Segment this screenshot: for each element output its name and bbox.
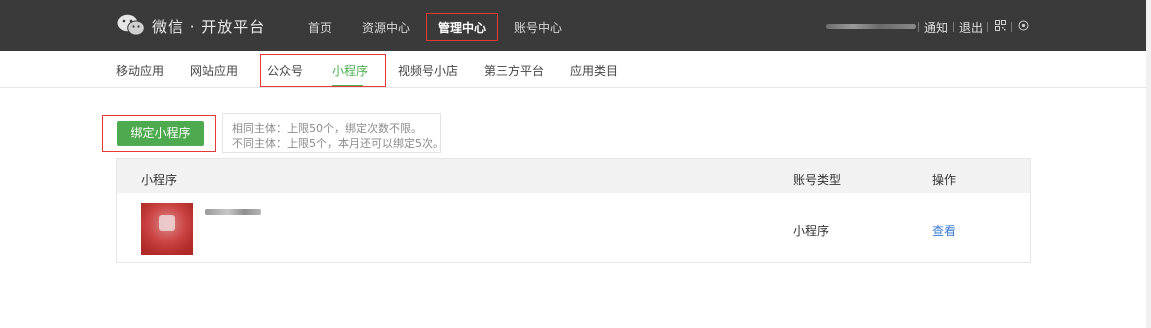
hint-same-entity: 相同主体：上限50个，绑定次数不限。 (232, 122, 422, 135)
bind-limit-hint: 相同主体：上限50个，绑定次数不限。 不同主体：上限5个，本月还可以绑定5次。 (222, 113, 444, 153)
wechat-logo-icon (117, 14, 145, 36)
subnav-channels-store[interactable]: 视频号小店 (398, 62, 458, 79)
subnav-app-category[interactable]: 应用类目 (570, 62, 618, 79)
sub-navigation: 移动应用 网站应用 公众号 小程序 视频号小店 第三方平台 应用类目 (0, 51, 1146, 88)
hint-different-entity: 不同主体：上限5个，本月还可以绑定5次。 (232, 137, 444, 150)
divider (953, 22, 954, 32)
table-header: 小程序 账号类型 操作 (117, 159, 1030, 193)
divider (987, 22, 988, 32)
platform-title[interactable]: 微信 · 开放平台 (152, 16, 265, 37)
mini-program-name-blurred (205, 209, 261, 215)
nav-home[interactable]: 首页 (308, 19, 332, 36)
highlight-box (260, 54, 386, 87)
highlight-box (426, 13, 498, 41)
column-actions: 操作 (932, 173, 957, 187)
account-type-cell: 小程序 (793, 224, 830, 238)
column-account-type: 账号类型 (793, 173, 842, 187)
nav-resource-center[interactable]: 资源中心 (362, 19, 410, 36)
nav-account-center[interactable]: 账号中心 (514, 19, 562, 36)
page-scrollbar[interactable] (1146, 0, 1151, 328)
mini-program-table: 小程序 账号类型 操作 小程序 查看 (116, 158, 1031, 263)
highlight-box (102, 115, 216, 152)
notifications-link[interactable]: 通知 (924, 19, 948, 36)
subnav-third-party-platform[interactable]: 第三方平台 (484, 62, 544, 79)
divider (1011, 22, 1012, 32)
table-row: 小程序 查看 (117, 193, 1030, 262)
top-header: 微信 · 开放平台 首页 资源中心 管理中心 账号中心 通知 退出 (0, 0, 1146, 51)
column-mini-program: 小程序 (141, 173, 178, 187)
view-link[interactable]: 查看 (932, 222, 956, 239)
logout-link[interactable]: 退出 (959, 19, 983, 36)
globe-icon[interactable] (1018, 20, 1029, 31)
divider (918, 22, 919, 32)
user-account-blurred[interactable] (826, 24, 916, 29)
mini-program-avatar (141, 203, 193, 255)
subnav-mobile-app[interactable]: 移动应用 (116, 62, 164, 79)
subnav-website-app[interactable]: 网站应用 (190, 62, 238, 79)
qrcode-icon[interactable] (995, 20, 1006, 31)
